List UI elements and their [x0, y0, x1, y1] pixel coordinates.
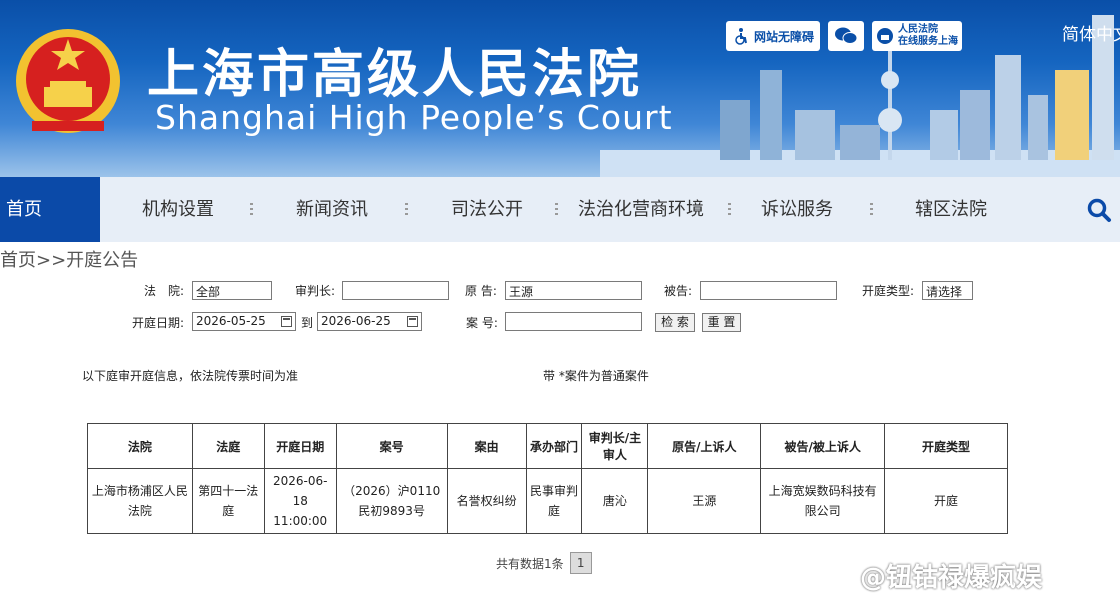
plaintiff-label: 原 告:: [465, 284, 497, 298]
reset-button[interactable]: 重 置: [702, 313, 741, 332]
court-label: 法 院:: [144, 284, 185, 298]
table-row[interactable]: 上海市杨浦区人民法院 第四十一法庭 2026-06-18 11:00:00 （2…: [87, 468, 1008, 534]
column-header: 承办部门: [525, 423, 583, 469]
online-service-line2: 在线服务上海: [898, 36, 959, 47]
nav-separator: [870, 203, 873, 217]
table-cell: 王源: [647, 468, 762, 534]
date-to-label: 到: [301, 316, 314, 330]
table-cell: 上海市杨浦区人民法院: [87, 468, 193, 534]
hearing-type-label: 开庭类型:: [862, 284, 915, 298]
table-cell: 第四十一法庭: [191, 468, 265, 534]
column-header: 被告/被上诉人: [760, 423, 886, 469]
table-cell: 民事审判庭: [525, 468, 583, 534]
date-from-input[interactable]: 2026-05-25: [192, 312, 296, 331]
main-nav: 首页 机构设置 新闻资讯 司法公开 法治化营商环境 诉讼服务 辖区法院: [0, 177, 1120, 242]
judge-input[interactable]: [342, 281, 449, 300]
header-banner: 上海市高级人民法院 Shanghai High People’s Court 网…: [0, 0, 1120, 177]
nav-item-judicial-openness[interactable]: 司法公开: [451, 177, 523, 242]
breadcrumb[interactable]: 首页>>开庭公告: [0, 246, 138, 272]
table-cell: 2026-06-18 11:00:00: [263, 468, 337, 534]
search-icon[interactable]: [1086, 197, 1112, 223]
hearing-date-label: 开庭日期:: [132, 316, 185, 330]
page-button[interactable]: 1: [569, 552, 592, 574]
table-cell: 上海宽娱数码科技有限公司: [760, 468, 886, 534]
calendar-icon[interactable]: [407, 316, 418, 327]
table-cell: （2026）沪0110民初9893号: [335, 468, 448, 534]
legend-note: 带 *案件为普通案件: [543, 369, 649, 383]
online-service-line1: 人民法院: [898, 24, 939, 35]
column-header: 开庭日期: [263, 423, 337, 469]
nav-item-business-environment[interactable]: 法治化营商环境: [578, 177, 704, 242]
column-header: 案号: [335, 423, 448, 469]
language-switch[interactable]: 简体中文: [1062, 20, 1120, 45]
case-number-label: 案 号:: [466, 316, 498, 330]
accessibility-label: 网站无障碍: [754, 29, 815, 44]
column-header: 案由: [446, 423, 527, 469]
date-to-value: 2026-06-25: [321, 314, 391, 328]
wechat-icon: [835, 27, 858, 44]
court-title-en: Shanghai High People’s Court: [155, 98, 673, 137]
column-header: 开庭类型: [884, 423, 1008, 469]
nav-item-news[interactable]: 新闻资讯: [296, 177, 368, 242]
date-to-input[interactable]: 2026-06-25: [317, 312, 422, 331]
header-tools: 网站无障碍 人民法院 在线服务上海: [726, 21, 963, 51]
table-cell: 唐沁: [581, 468, 649, 534]
nav-item-district-courts[interactable]: 辖区法院: [915, 177, 987, 242]
nav-separator: [728, 203, 731, 217]
column-header: 法庭: [191, 423, 265, 469]
defendant-input[interactable]: [700, 281, 837, 300]
calendar-icon[interactable]: [281, 316, 292, 327]
nav-item-organization[interactable]: 机构设置: [142, 177, 214, 242]
table-header-row: 法院 法庭 开庭日期 案号 案由 承办部门 审判长/主审人 原告/上诉人 被告/…: [87, 423, 1008, 469]
defendant-label: 被告:: [664, 284, 693, 298]
judge-label: 审判长:: [295, 284, 336, 298]
hearing-results-table: 法院 法庭 开庭日期 案号 案由 承办部门 审判长/主审人 原告/上诉人 被告/…: [87, 423, 1008, 534]
court-select[interactable]: 全部: [192, 281, 272, 300]
nav-separator: [250, 203, 253, 217]
nav-separator: [405, 203, 408, 217]
hearing-type-select[interactable]: 请选择: [922, 281, 973, 300]
table-cell: 名誉权纠纷: [446, 468, 527, 534]
national-emblem-icon: [16, 29, 120, 133]
info-note: 以下庭审开庭信息，依法院传票时间为准: [82, 369, 299, 383]
plaintiff-input[interactable]: 王源: [505, 281, 642, 300]
online-service-button[interactable]: 人民法院 在线服务上海: [872, 21, 963, 51]
column-header: 法院: [87, 423, 193, 469]
nav-item-home[interactable]: 首页: [0, 177, 100, 242]
total-count: 共有数据1条: [496, 556, 564, 571]
pagination: 共有数据1条 1: [496, 552, 592, 574]
accessibility-button[interactable]: 网站无障碍: [726, 21, 821, 51]
accessibility-icon: [735, 28, 747, 45]
case-number-input[interactable]: [505, 312, 642, 331]
column-header: 审判长/主审人: [581, 423, 649, 469]
column-header: 原告/上诉人: [647, 423, 762, 469]
court-title-cn: 上海市高级人民法院: [147, 45, 643, 105]
table-cell: 开庭: [884, 468, 1008, 534]
nav-item-litigation-services[interactable]: 诉讼服务: [761, 177, 833, 242]
date-from-value: 2026-05-25: [196, 314, 266, 328]
search-button[interactable]: 检 索: [655, 313, 695, 332]
court-service-icon: [877, 28, 894, 44]
wechat-button[interactable]: [828, 21, 865, 51]
nav-separator: [555, 203, 558, 217]
watermark: @钮钴禄爆疯娱: [860, 563, 1043, 593]
